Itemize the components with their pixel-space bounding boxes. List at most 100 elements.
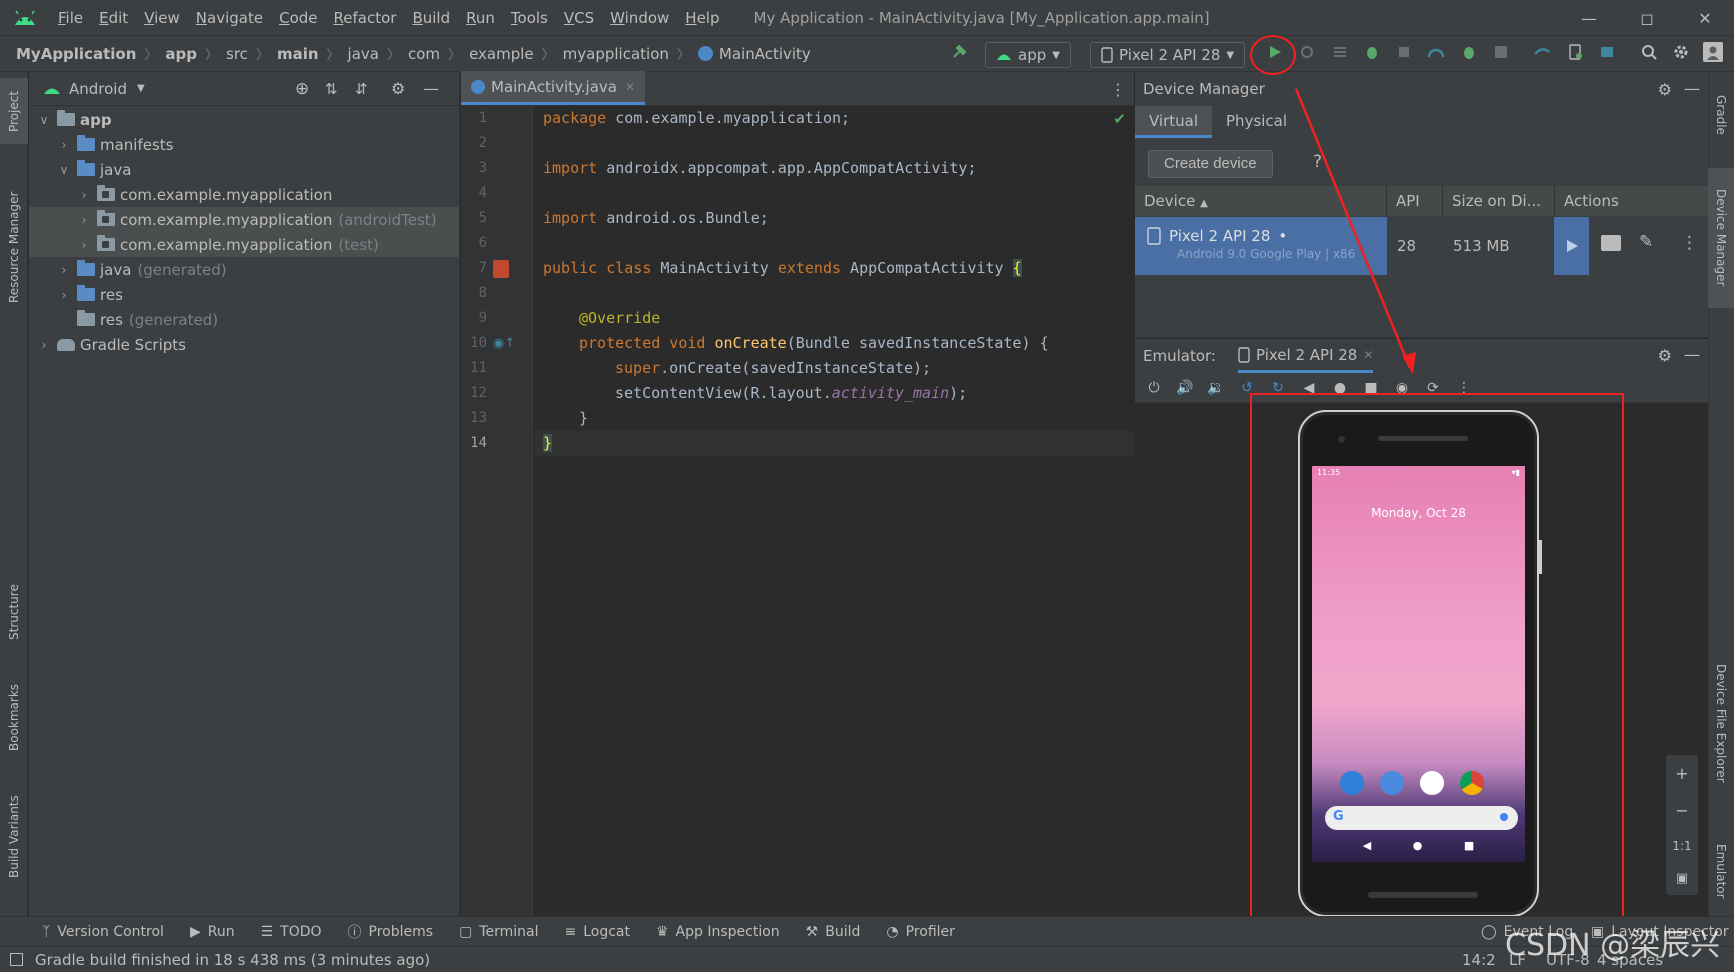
zoom-in-icon[interactable]: +	[1675, 764, 1688, 783]
create-device-button[interactable]: Create device	[1148, 150, 1273, 178]
breadcrumb-src[interactable]: src	[226, 45, 248, 63]
menu-build[interactable]: Build	[404, 0, 458, 36]
chevron-right-icon[interactable]: ›	[37, 338, 51, 352]
settings-gear-icon[interactable]: ⚙	[1658, 346, 1672, 365]
more-vert-icon[interactable]: ⋮	[1681, 233, 1698, 253]
folder-open-icon[interactable]	[1601, 235, 1621, 251]
column-device[interactable]: Device ▲	[1135, 186, 1387, 216]
menu-help[interactable]: Help	[677, 0, 727, 36]
edit-pencil-icon[interactable]: ✎	[1639, 232, 1653, 252]
menu-edit[interactable]: Edit	[91, 0, 136, 36]
breadcrumb-project[interactable]: MyApplication	[16, 45, 136, 63]
chevron-right-icon[interactable]: ›	[57, 138, 71, 152]
project-view-select[interactable]: Android	[69, 80, 127, 98]
column-api[interactable]: API	[1387, 186, 1443, 216]
close-tab-icon[interactable]: ✕	[625, 80, 635, 94]
toolwin-app-inspection[interactable]: ♛ App Inspection	[656, 924, 780, 940]
hide-panel-icon[interactable]: —	[1684, 79, 1700, 98]
tab-gradle[interactable]: Gradle	[1708, 80, 1734, 150]
tab-bookmarks[interactable]: Bookmarks	[0, 672, 28, 762]
stop-icon[interactable]	[1491, 42, 1511, 62]
tree-node-java-generated[interactable]: › java (generated)	[29, 257, 459, 282]
chevron-down-icon[interactable]: ∨	[57, 163, 71, 177]
emulator-tab[interactable]: Pixel 2 API 28 ✕	[1237, 339, 1374, 373]
tab-physical[interactable]: Physical	[1212, 106, 1301, 138]
settings-gear-icon[interactable]: ⚙	[1658, 80, 1672, 99]
zoom-fit-icon[interactable]: ▣	[1676, 871, 1688, 886]
tab-emulator[interactable]: Emulator	[1708, 826, 1734, 916]
menu-vcs[interactable]: VCS	[556, 0, 602, 36]
locate-icon[interactable]: ⊕	[295, 79, 309, 99]
tab-structure[interactable]: Structure	[0, 570, 28, 654]
settings-gear-icon[interactable]: ⚙	[391, 79, 405, 98]
toolwin-run[interactable]: ▶ Run	[190, 924, 235, 940]
override-gutter-icon[interactable]: ◉↑	[493, 336, 515, 351]
status-toggle-icon[interactable]	[10, 953, 23, 966]
sdk-manager-icon[interactable]	[1597, 42, 1617, 62]
chevron-right-icon[interactable]: ›	[77, 213, 91, 227]
apply-code-changes-icon[interactable]	[1330, 42, 1350, 62]
breadcrumb-app[interactable]: app	[165, 45, 197, 63]
menu-navigate[interactable]: Navigate	[188, 0, 271, 36]
toolwin-build[interactable]: ⚒ Build	[806, 924, 861, 940]
tab-virtual[interactable]: Virtual	[1135, 106, 1213, 138]
device-manager-icon[interactable]	[1565, 42, 1585, 62]
tree-node-manifests[interactable]: › manifests	[29, 132, 459, 157]
tab-project[interactable]: Project	[0, 78, 28, 144]
tab-device-file-explorer[interactable]: Device File Explorer	[1708, 648, 1734, 798]
tree-node-gradle-scripts[interactable]: › Gradle Scripts	[29, 332, 459, 357]
breadcrumb-com[interactable]: com	[408, 45, 440, 63]
tree-node-app[interactable]: ∨ app	[29, 107, 459, 132]
tree-node-res[interactable]: › res	[29, 282, 459, 307]
tab-device-manager[interactable]: Device Manager	[1708, 168, 1734, 308]
search-icon[interactable]	[1639, 42, 1659, 62]
maximize-icon[interactable]: ◻	[1618, 0, 1676, 36]
tree-node-res-generated[interactable]: res (generated)	[29, 307, 459, 332]
account-avatar-icon[interactable]	[1703, 42, 1723, 62]
attach-debugger-icon[interactable]	[1394, 42, 1414, 62]
help-icon[interactable]: ?	[1313, 152, 1322, 172]
power-icon[interactable]: ⏻	[1143, 377, 1165, 399]
device-select[interactable]: Pixel 2 API 28 ▼	[1090, 42, 1246, 68]
profile-icon[interactable]	[1426, 42, 1446, 62]
sync-gradle-icon[interactable]	[1532, 42, 1552, 62]
run-config-select[interactable]: app ▼	[985, 42, 1071, 68]
attach-process-icon[interactable]	[1459, 42, 1479, 62]
breadcrumb-java[interactable]: java	[348, 45, 379, 63]
collapse-all-icon[interactable]: ⇵	[355, 80, 368, 98]
apply-changes-icon[interactable]	[1297, 42, 1317, 62]
toolwin-version-control[interactable]: ᛉ Version Control	[42, 924, 164, 940]
expand-all-icon[interactable]: ⇅	[325, 80, 338, 98]
device-row[interactable]: Pixel 2 API 28 • Android 9.0 Google Play…	[1135, 217, 1708, 275]
toolwin-problems[interactable]: ⓘ Problems	[348, 922, 434, 942]
toolwin-todo[interactable]: ☰ TODO	[261, 924, 322, 940]
menu-view[interactable]: View	[136, 0, 188, 36]
dropdown-arrow-icon[interactable]: ▼	[137, 83, 145, 94]
close-tab-icon[interactable]: ✕	[1363, 348, 1373, 362]
breadcrumb-mainactivity[interactable]: MainActivity	[719, 45, 811, 63]
chevron-right-icon[interactable]: ›	[57, 288, 71, 302]
build-hammer-icon[interactable]	[950, 42, 970, 62]
tree-node-package-test[interactable]: › com.example.myapplication (test)	[29, 232, 459, 257]
chevron-right-icon[interactable]: ›	[57, 263, 71, 277]
chevron-right-icon[interactable]: ›	[77, 238, 91, 252]
column-size[interactable]: Size on Di...	[1443, 186, 1555, 216]
editor-tab-mainactivity[interactable]: MainActivity.java ✕	[461, 71, 646, 105]
toolwin-profiler[interactable]: ◔ Profiler	[886, 924, 955, 940]
hide-panel-icon[interactable]: —	[1684, 345, 1700, 364]
launch-device-icon[interactable]	[1554, 217, 1589, 275]
more-options-icon[interactable]: ⋮	[1110, 80, 1126, 99]
settings-gear-icon[interactable]	[1671, 42, 1691, 62]
tree-node-package[interactable]: › com.example.myapplication	[29, 182, 459, 207]
menu-run[interactable]: Run	[458, 0, 503, 36]
tab-build-variants[interactable]: Build Variants	[0, 782, 28, 892]
tab-resource-manager[interactable]: Resource Manager	[0, 172, 28, 322]
menu-file[interactable]: File	[50, 0, 91, 36]
menu-window[interactable]: Window	[602, 0, 677, 36]
layout-file-gutter-icon[interactable]	[493, 260, 509, 278]
minimize-icon[interactable]: —	[1560, 0, 1618, 36]
chevron-right-icon[interactable]: ›	[77, 188, 91, 202]
tree-node-java[interactable]: ∨ java	[29, 157, 459, 182]
breadcrumb-example[interactable]: example	[469, 45, 534, 63]
chevron-down-icon[interactable]: ∨	[37, 113, 51, 127]
